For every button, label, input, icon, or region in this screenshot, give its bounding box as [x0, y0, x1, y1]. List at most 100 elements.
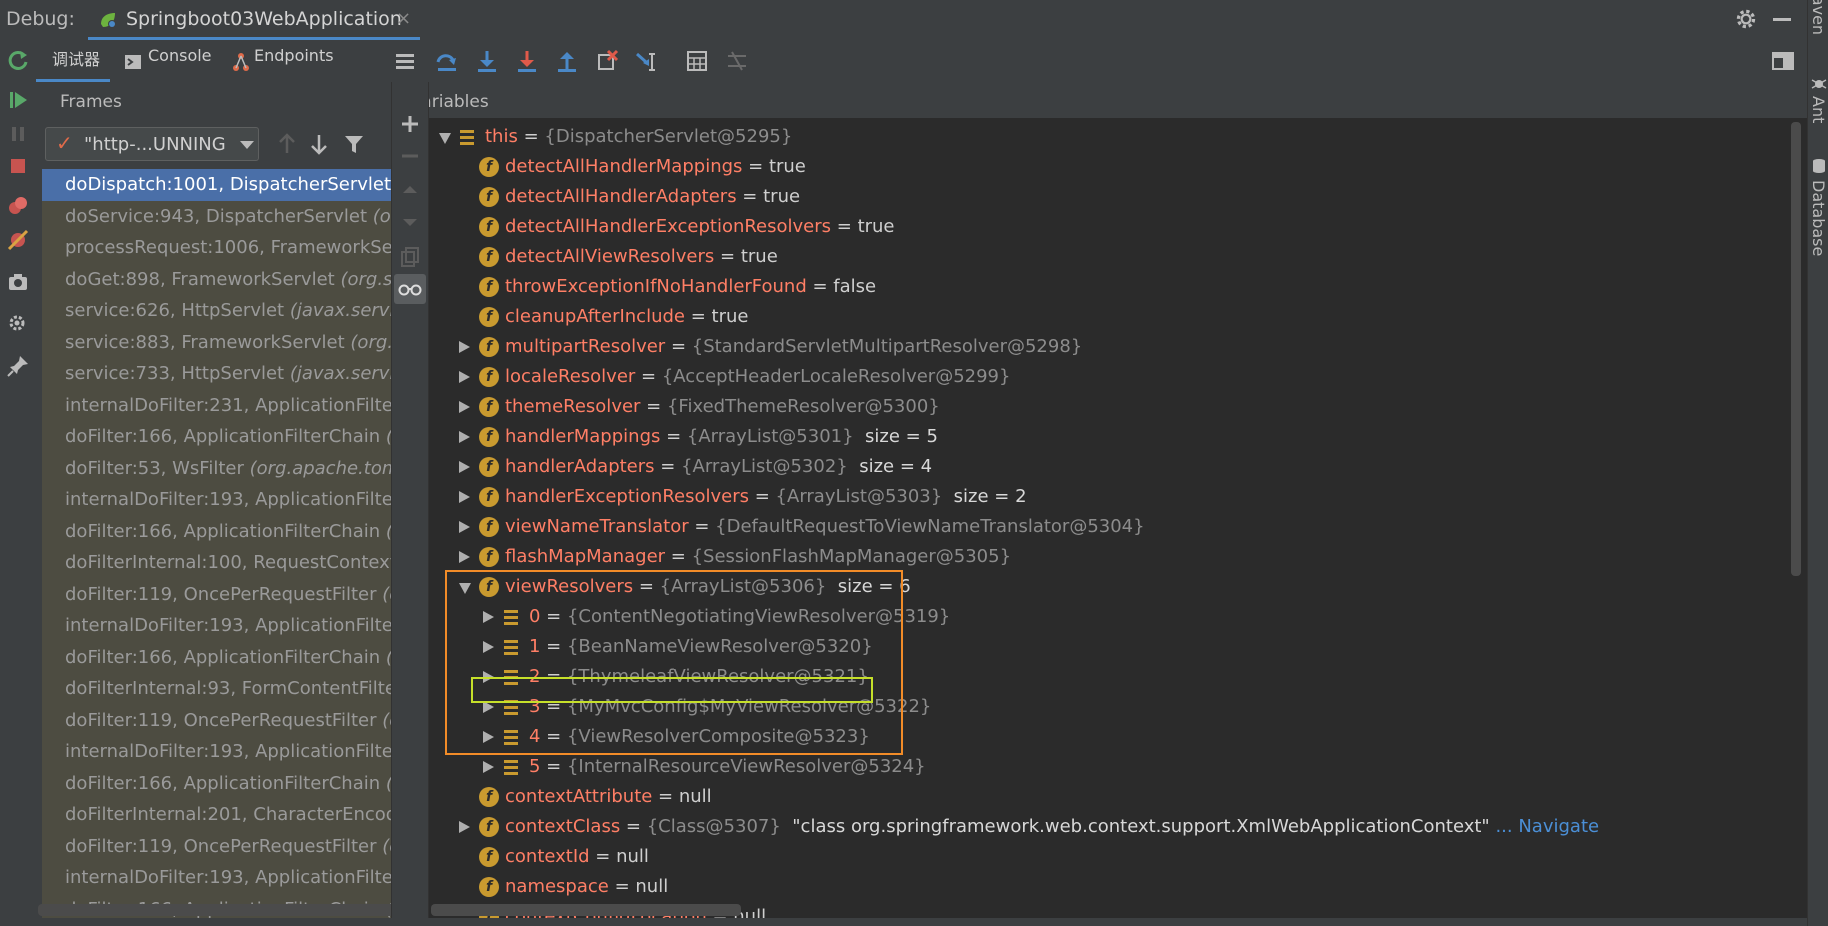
- variable-row[interactable]: f themeResolver = {FixedThemeResolver@530…: [429, 392, 1789, 422]
- stack-frame[interactable]: doDispatch:1001, DispatcherServlet (o: [42, 169, 391, 201]
- close-icon[interactable]: ×: [396, 8, 411, 29]
- run-to-cursor-icon[interactable]: [634, 48, 660, 74]
- expand-arrow-icon[interactable]: [459, 341, 470, 353]
- stack-frame[interactable]: internalDoFilter:193, ApplicationFilter: [42, 484, 391, 516]
- variable-row[interactable]: f handlerAdapters = {ArrayList@5302} size…: [429, 452, 1789, 482]
- step-out-icon[interactable]: [554, 48, 580, 74]
- restore-layout-icon[interactable]: [1770, 48, 1796, 74]
- evaluate-expression-icon[interactable]: [684, 48, 710, 74]
- arrow-up-icon[interactable]: [276, 132, 298, 156]
- stack-frame[interactable]: doFilter:166, ApplicationFilterChain (o: [42, 641, 391, 673]
- stack-frame[interactable]: service:883, FrameworkServlet (org.sp: [42, 326, 391, 358]
- expand-arrow-icon[interactable]: [459, 401, 470, 413]
- stack-frame[interactable]: doFilter:166, ApplicationFilterChain (o: [42, 767, 391, 799]
- stack-frame[interactable]: doFilterInternal:100, RequestContextF: [42, 547, 391, 579]
- move-up-icon[interactable]: [398, 178, 422, 202]
- expand-arrow-icon[interactable]: [459, 821, 470, 833]
- expand-arrow-icon[interactable]: [459, 461, 470, 473]
- variable-row[interactable]: f viewNameTranslator = {DefaultRequestToV…: [429, 512, 1789, 542]
- run-config-tab[interactable]: Springboot03WebApplication ×: [88, 0, 420, 40]
- stack-frame[interactable]: doFilter:166, ApplicationFilterChain (o: [42, 421, 391, 453]
- database-tool-tab[interactable]: Database: [1809, 180, 1828, 256]
- step-into-icon[interactable]: [474, 48, 500, 74]
- stack-frame[interactable]: service:626, HttpServlet (javax.servlet.: [42, 295, 391, 327]
- expand-arrow-icon[interactable]: [459, 521, 470, 533]
- stack-frame[interactable]: doFilter:166, ApplicationFilterChain (o: [42, 515, 391, 547]
- expand-arrow-icon[interactable]: [459, 371, 470, 383]
- tab-endpoints[interactable]: Endpoints: [232, 40, 342, 82]
- field-icon: f: [479, 427, 499, 447]
- minimize-icon[interactable]: [1773, 18, 1791, 21]
- variable-row[interactable]: 5 = {InternalResourceViewResolver@5324}: [429, 752, 1789, 782]
- tab-console[interactable]: Console: [124, 40, 220, 82]
- menu-icon[interactable]: [392, 48, 418, 74]
- variable-row[interactable]: f contextClass = {Class@5307} "class org.…: [429, 812, 1789, 842]
- variable-row[interactable]: f contextId = null: [429, 842, 1789, 872]
- stack-frame[interactable]: internalDoFilter:193, ApplicationFilter: [42, 736, 391, 768]
- variable-row[interactable]: f handlerExceptionResolvers = {ArrayList@…: [429, 482, 1789, 512]
- pin-icon[interactable]: [4, 352, 32, 380]
- variable-row[interactable]: f flashMapManager = {SessionFlashMapManag…: [429, 542, 1789, 572]
- navigate-link[interactable]: ... Navigate: [1495, 816, 1599, 837]
- stop-icon[interactable]: [4, 152, 32, 180]
- variable-row[interactable]: f handlerMappings = {ArrayList@5301} size…: [429, 422, 1789, 452]
- thread-selector[interactable]: ✓ "http-...UNNING: [45, 127, 259, 161]
- variable-row[interactable]: f cleanupAfterInclude = true: [429, 302, 1789, 332]
- expand-arrow-icon[interactable]: [459, 551, 470, 563]
- show-watches-toggle[interactable]: [394, 274, 426, 304]
- variable-row[interactable]: f localeResolver = {AcceptHeaderLocaleRes…: [429, 362, 1789, 392]
- filter-icon[interactable]: [342, 132, 366, 156]
- stack-frame-method: internalDoFilter:193, ApplicationFilter: [65, 489, 391, 510]
- stack-frame[interactable]: doFilter:53, WsFilter (org.apache.tomc: [42, 452, 391, 484]
- variable-row[interactable]: f namespace = null: [429, 872, 1789, 902]
- expand-arrow-icon[interactable]: [459, 491, 470, 503]
- variables-hscrollbar[interactable]: [431, 904, 741, 916]
- stack-frame[interactable]: service:733, HttpServlet (javax.servlet.: [42, 358, 391, 390]
- arrow-down-icon[interactable]: [308, 132, 330, 156]
- pause-icon[interactable]: [4, 120, 32, 148]
- stack-frame[interactable]: internalDoFilter:193, ApplicationFilter: [42, 610, 391, 642]
- gear-icon[interactable]: [1733, 6, 1759, 32]
- variable-row[interactable]: f contextAttribute = null: [429, 782, 1789, 812]
- rerun-icon[interactable]: [4, 46, 32, 74]
- move-down-icon[interactable]: [398, 210, 422, 234]
- stack-frame[interactable]: doService:943, DispatcherServlet (org.: [42, 200, 391, 232]
- stack-frame[interactable]: doFilter:119, OncePerRequestFilter (o: [42, 578, 391, 610]
- remove-watch-icon[interactable]: [398, 144, 422, 168]
- variable-row[interactable]: f detectAllViewResolvers = true: [429, 242, 1789, 272]
- resume-icon[interactable]: [4, 86, 32, 114]
- copy-icon[interactable]: [398, 244, 422, 268]
- stack-frame[interactable]: internalDoFilter:231, ApplicationFilter: [42, 389, 391, 421]
- trace-stream-icon[interactable]: [724, 48, 750, 74]
- stack-frame[interactable]: internalDoFilter:193, ApplicationFilter: [42, 862, 391, 894]
- variable-row[interactable]: this = {DispatcherServlet@5295}: [429, 122, 1789, 152]
- drop-frame-icon[interactable]: [594, 48, 620, 74]
- force-step-into-icon[interactable]: [514, 48, 540, 74]
- expand-arrow-icon[interactable]: [483, 761, 494, 773]
- stack-frame[interactable]: processRequest:1006, FrameworkServ: [42, 232, 391, 264]
- add-watch-icon[interactable]: [398, 112, 422, 136]
- ant-icon: [1811, 79, 1827, 89]
- settings-icon[interactable]: [4, 310, 32, 338]
- view-breakpoints-icon[interactable]: [4, 192, 32, 220]
- variable-row[interactable]: f throwExceptionIfNoHandlerFound = false: [429, 272, 1789, 302]
- stack-frame[interactable]: doFilter:119, OncePerRequestFilter (o: [42, 704, 391, 736]
- variable-row[interactable]: f multipartResolver = {StandardServletMul…: [429, 332, 1789, 362]
- tab-debugger[interactable]: 调试器: [36, 40, 110, 82]
- variable-row[interactable]: f detectAllHandlerAdapters = true: [429, 182, 1789, 212]
- collapse-arrow-icon[interactable]: [439, 133, 451, 144]
- ant-tool-tab[interactable]: Ant: [1809, 96, 1828, 123]
- step-over-icon[interactable]: [434, 48, 460, 74]
- variables-scrollbar[interactable]: [1791, 122, 1801, 576]
- maven-tool-tab[interactable]: Maven: [1809, 0, 1828, 35]
- frames-scrollbar[interactable]: [38, 904, 391, 916]
- stack-frame[interactable]: doGet:898, FrameworkServlet (org.spr: [42, 263, 391, 295]
- variable-row[interactable]: f detectAllHandlerExceptionResolvers = tr…: [429, 212, 1789, 242]
- variable-row[interactable]: f detectAllHandlerMappings = true: [429, 152, 1789, 182]
- stack-frame[interactable]: doFilterInternal:93, FormContentFilter: [42, 673, 391, 705]
- stack-frame[interactable]: doFilterInternal:201, CharacterEncodin: [42, 799, 391, 831]
- mute-breakpoints-icon[interactable]: [4, 226, 32, 254]
- stack-frame[interactable]: doFilter:119, OncePerRequestFilter (o: [42, 830, 391, 862]
- expand-arrow-icon[interactable]: [459, 431, 470, 443]
- camera-icon[interactable]: [4, 268, 32, 296]
